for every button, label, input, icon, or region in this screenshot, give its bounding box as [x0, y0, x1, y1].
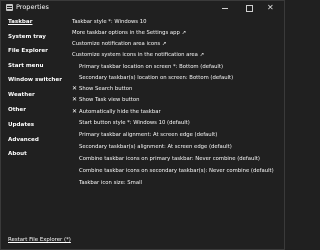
close-icon: ✕ — [267, 3, 274, 12]
close-button[interactable]: ✕ — [260, 1, 284, 15]
taskbar-style-setting[interactable]: Taskbar style *: Windows 10 — [72, 18, 146, 26]
sidebar: Taskbar System tray File Explorer Start … — [1, 15, 67, 249]
show-search-toggle[interactable]: Show Search button — [79, 85, 132, 93]
primary-alignment-setting[interactable]: Primary taskbar alignment: At screen edg… — [79, 131, 217, 139]
sidebar-item-updates[interactable]: Updates — [8, 121, 34, 129]
window-title: Properties — [16, 3, 49, 11]
start-button-style-setting[interactable]: Start button style *: Windows 10 (defaul… — [79, 119, 190, 127]
sidebar-item-file-explorer[interactable]: File Explorer — [8, 47, 48, 55]
title-bar[interactable]: Properties ✕ — [1, 1, 284, 15]
auto-hide-toggle[interactable]: Automatically hide the taskbar — [79, 108, 161, 116]
minimize-icon — [222, 8, 228, 9]
check-icon: ✕ — [72, 96, 78, 103]
restart-file-explorer-link[interactable]: Restart File Explorer (*) — [8, 236, 71, 244]
sidebar-item-other[interactable]: Other — [8, 106, 26, 114]
check-icon: ✕ — [72, 108, 78, 115]
icon-size-setting[interactable]: Taskbar icon size: Small — [79, 179, 142, 187]
secondary-location-setting[interactable]: Secondary taskbar(s) location on screen:… — [79, 74, 233, 82]
taskbar-settings-panel: Taskbar style *: Windows 10 More taskbar… — [67, 15, 284, 249]
app-icon — [6, 4, 13, 11]
sidebar-item-taskbar[interactable]: Taskbar — [8, 18, 32, 26]
customize-system-icons-link[interactable]: Customize system icons in the notificati… — [72, 51, 204, 59]
customize-notification-icons-link[interactable]: Customize notification area icons ↗ — [72, 40, 166, 48]
minimize-button[interactable] — [213, 1, 237, 15]
maximize-icon — [246, 5, 253, 12]
maximize-button[interactable] — [237, 1, 261, 15]
sidebar-item-advanced[interactable]: Advanced — [8, 136, 39, 144]
sidebar-item-weather[interactable]: Weather — [8, 91, 35, 99]
sidebar-item-window-switcher[interactable]: Window switcher — [8, 76, 62, 84]
sidebar-item-start-menu[interactable]: Start menu — [8, 62, 43, 70]
primary-location-setting[interactable]: Primary taskbar location on screen *: Bo… — [79, 63, 223, 71]
check-icon: ✕ — [72, 85, 78, 92]
properties-window: Properties ✕ Taskbar System tray File Ex… — [0, 0, 285, 250]
secondary-alignment-setting[interactable]: Secondary taskbar(s) alignment: At scree… — [79, 143, 232, 151]
sidebar-item-system-tray[interactable]: System tray — [8, 33, 46, 41]
more-options-link[interactable]: More taskbar options in the Settings app… — [72, 29, 186, 37]
show-taskview-toggle[interactable]: Show Task view button — [79, 96, 139, 104]
sidebar-item-about[interactable]: About — [8, 150, 27, 158]
combine-primary-setting[interactable]: Combine taskbar icons on primary taskbar… — [79, 155, 260, 163]
combine-secondary-setting[interactable]: Combine taskbar icons on secondary taskb… — [79, 167, 274, 175]
